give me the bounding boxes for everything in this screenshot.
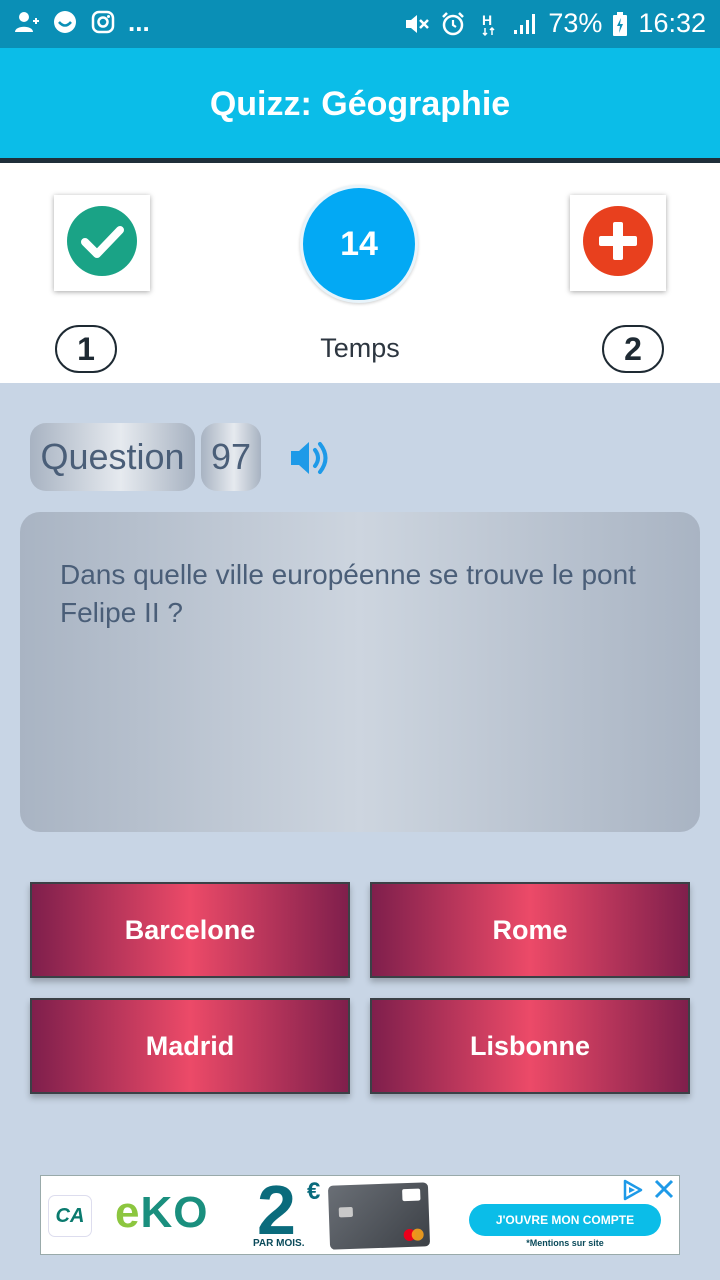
- app-bar: Quizz: Géographie: [0, 48, 720, 160]
- score-panel: 14 1 Temps 2: [0, 163, 720, 383]
- alarm-icon: [440, 11, 466, 37]
- ad-info-icon[interactable]: [621, 1178, 645, 1207]
- timer-circle: 14: [300, 185, 418, 303]
- ad-cta-button[interactable]: J'OUVRE MON COMPTE: [469, 1204, 661, 1236]
- instagram-icon: [90, 9, 116, 35]
- speaker-icon[interactable]: [288, 436, 334, 480]
- network-h-icon: H: [476, 11, 502, 37]
- answer-button-2[interactable]: Rome: [370, 882, 690, 978]
- question-label: Question: [30, 423, 195, 491]
- svg-text:H: H: [482, 12, 492, 28]
- ad-choices: [621, 1178, 675, 1207]
- status-bar-left: ...: [14, 9, 150, 35]
- battery-percent: 73%: [548, 8, 603, 38]
- correct-answers-tile: [54, 195, 150, 291]
- status-bar: ... H 73% 16:32: [0, 0, 720, 48]
- ad-brand-logo: CA: [49, 1196, 91, 1236]
- ad-price: 2 € PAR MOIS.: [253, 1171, 321, 1249]
- ad-card-image: [327, 1182, 431, 1250]
- signal-icon: [512, 11, 538, 37]
- wrong-answers-tile: [570, 195, 666, 291]
- correct-count-badge: 1: [55, 325, 117, 373]
- question-text: Dans quelle ville européenne se trouve l…: [60, 559, 636, 628]
- timer-label: Temps: [320, 333, 400, 363]
- answer-button-1[interactable]: Barcelone: [30, 882, 350, 978]
- wrong-count-badge: 2: [602, 325, 664, 373]
- clock: 16:32: [638, 8, 706, 38]
- page-title: Quizz: Géographie: [209, 84, 511, 123]
- question-box: Dans quelle ville européenne se trouve l…: [20, 512, 700, 832]
- check-icon: [66, 205, 138, 282]
- ad-close-icon[interactable]: [653, 1178, 675, 1207]
- mute-icon: [404, 11, 430, 37]
- add-contact-icon: [14, 9, 40, 35]
- ad-note: *Mentions sur site: [526, 1238, 604, 1248]
- more-notifications: ...: [128, 7, 150, 37]
- plus-icon: [582, 205, 654, 282]
- status-bar-right: H 73% 16:32: [404, 8, 706, 39]
- answer-button-4[interactable]: Lisbonne: [370, 998, 690, 1094]
- ad-product-logo: eKO: [115, 1188, 209, 1237]
- ad-banner[interactable]: CA eKO 2 € PAR MOIS. J'OUVRE MON COMPTE …: [40, 1171, 680, 1255]
- smiley-icon: [52, 9, 78, 35]
- answer-button-3[interactable]: Madrid: [30, 998, 350, 1094]
- battery-icon: [612, 11, 628, 37]
- question-number: 97: [201, 423, 261, 491]
